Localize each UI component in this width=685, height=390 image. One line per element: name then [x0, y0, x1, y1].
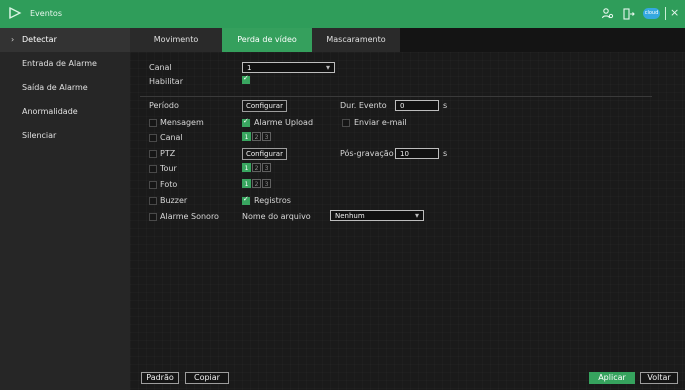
copiar-button[interactable]: Copiar — [185, 372, 229, 384]
alarme-sonoro-checkbox[interactable] — [149, 213, 157, 221]
chevron-right-icon: › — [11, 35, 15, 44]
sidebar: › Detectar Entrada de Alarme Saída de Al… — [0, 28, 130, 390]
dur-evento-input[interactable]: 0 — [395, 100, 439, 111]
foto-checkbox[interactable] — [149, 181, 157, 189]
alarme-sonoro-label: Alarme Sonoro — [160, 212, 219, 221]
sidebar-item-entrada-de-alarme[interactable]: Entrada de Alarme — [0, 52, 130, 76]
dur-evento-unit: s — [443, 101, 448, 110]
habilitar-checkbox[interactable] — [242, 74, 250, 84]
tour-channel-2-button[interactable]: 2 — [252, 163, 261, 172]
sidebar-item-label: Entrada de Alarme — [22, 59, 97, 68]
buzzer-checkbox[interactable] — [149, 197, 157, 205]
divider — [140, 96, 652, 97]
pos-gravacao-input[interactable]: 10 — [395, 148, 439, 159]
foto-channel-1-button[interactable]: 1 — [242, 179, 251, 188]
sidebar-item-label: Detectar — [22, 35, 57, 44]
tab-bar: Movimento Perda de vídeo Mascaramento — [130, 28, 685, 52]
enviar-email-label: Enviar e-mail — [354, 118, 407, 127]
nome-arquivo-label: Nome do arquivo — [242, 212, 311, 221]
logout-icon[interactable] — [622, 7, 636, 21]
pos-gravacao-unit: s — [443, 149, 448, 158]
tab-perda-de-video[interactable]: Perda de vídeo — [222, 28, 312, 52]
nome-arquivo-select[interactable]: Nenhum — [330, 210, 424, 221]
registros-label: Registros — [254, 196, 291, 205]
window-title: Eventos — [30, 9, 62, 18]
tour-label: Tour — [160, 164, 177, 173]
sidebar-item-detectar[interactable]: › Detectar — [0, 28, 130, 52]
channel-2-button[interactable]: 2 — [252, 132, 261, 141]
periodo-label: Período — [149, 101, 179, 110]
pos-gravacao-label: Pós-gravação — [340, 149, 394, 158]
foto-channel-2-button[interactable]: 2 — [252, 179, 261, 188]
alarme-upload-label: Alarme Upload — [254, 118, 314, 127]
sidebar-item-saida-de-alarme[interactable]: Saída de Alarme — [0, 76, 130, 100]
foto-channel-selector: 1 2 3 — [242, 179, 271, 188]
canal-select[interactable]: 1 — [242, 62, 335, 73]
cloud-icon[interactable]: cloud — [643, 8, 660, 19]
user-icon[interactable] — [600, 7, 614, 21]
logo-icon — [9, 6, 22, 20]
content-area: Canal 1 Habilitar Período Configurar Dur… — [130, 52, 685, 390]
tour-channel-selector: 1 2 3 — [242, 163, 271, 172]
channel-1-button[interactable]: 1 — [242, 132, 251, 141]
alarme-upload-checkbox[interactable] — [242, 117, 250, 127]
tour-channel-1-button[interactable]: 1 — [242, 163, 251, 172]
enviar-email-checkbox[interactable] — [342, 119, 350, 127]
sidebar-item-silenciar[interactable]: Silenciar — [0, 124, 130, 148]
sidebar-item-label: Anormalidade — [22, 107, 78, 116]
canal-checkbox[interactable] — [149, 134, 157, 142]
sidebar-item-label: Saída de Alarme — [22, 83, 88, 92]
sidebar-item-anormalidade[interactable]: Anormalidade — [0, 100, 130, 124]
dur-evento-label: Dur. Evento — [340, 101, 387, 110]
close-icon[interactable]: × — [670, 6, 679, 20]
tour-checkbox[interactable] — [149, 165, 157, 173]
canal-label: Canal — [149, 63, 172, 72]
tab-movimento[interactable]: Movimento — [130, 28, 222, 52]
buzzer-label: Buzzer — [160, 196, 188, 205]
settings-panel: Canal 1 Habilitar Período Configurar Dur… — [130, 52, 685, 390]
padrao-button[interactable]: Padrão — [141, 372, 179, 384]
ptz-checkbox[interactable] — [149, 150, 157, 158]
foto-label: Foto — [160, 180, 178, 189]
tour-channel-3-button[interactable]: 3 — [262, 163, 271, 172]
aplicar-button[interactable]: Aplicar — [589, 372, 635, 384]
foto-channel-3-button[interactable]: 3 — [262, 179, 271, 188]
mensagem-checkbox[interactable] — [149, 119, 157, 127]
title-separator — [665, 7, 666, 20]
ptz-label: PTZ — [160, 149, 176, 158]
sidebar-item-label: Silenciar — [22, 131, 57, 140]
title-bar: Eventos cloud × — [0, 0, 685, 28]
channel-3-button[interactable]: 3 — [262, 132, 271, 141]
voltar-button[interactable]: Voltar — [640, 372, 678, 384]
mensagem-label: Mensagem — [160, 118, 204, 127]
periodo-configurar-button[interactable]: Configurar — [242, 100, 287, 112]
habilitar-label: Habilitar — [149, 77, 183, 86]
canal-option-label: Canal — [160, 133, 183, 142]
registros-checkbox[interactable] — [242, 195, 250, 205]
canal-channel-selector: 1 2 3 — [242, 132, 271, 141]
ptz-configurar-button[interactable]: Configurar — [242, 148, 287, 160]
tab-mascaramento[interactable]: Mascaramento — [312, 28, 400, 52]
